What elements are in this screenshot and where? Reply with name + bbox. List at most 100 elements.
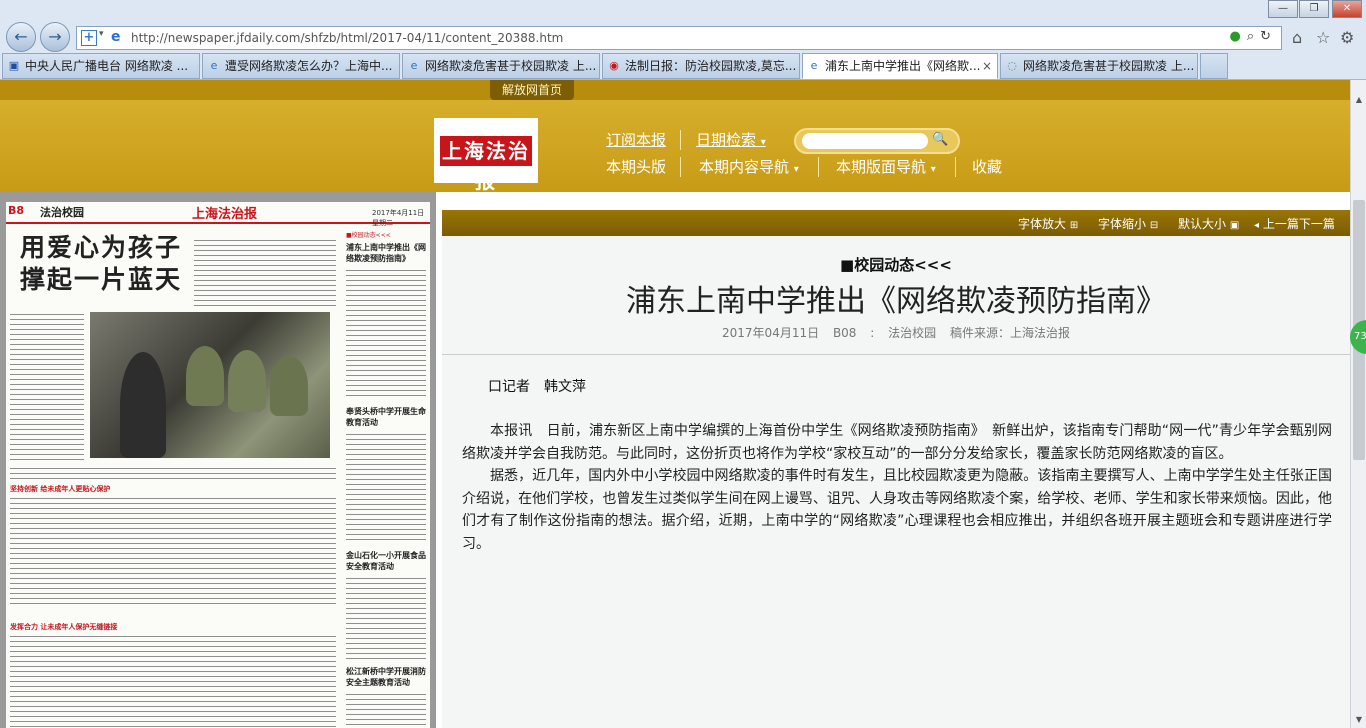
address-tools: ●⌕↻ bbox=[1229, 29, 1277, 44]
browser-chrome: — ❐ ✕ ← → + ▾ e http://newspaper.jfdaily… bbox=[0, 0, 1366, 80]
text-block bbox=[194, 238, 336, 308]
subhead-1: 坚持创新 给未成年人更贴心保护 bbox=[10, 485, 111, 493]
side-item-title[interactable]: 浦东上南中学推出《网络欺凌预防指南》 bbox=[346, 242, 428, 264]
masthead-logo: 上海法治报 bbox=[192, 207, 258, 222]
close-tab-icon[interactable]: × bbox=[982, 54, 992, 78]
square-icon: ▣ bbox=[1229, 220, 1240, 231]
tab-1[interactable]: e 遭受网络欺凌怎么办？上海中... bbox=[202, 53, 400, 79]
url-text[interactable]: http://newspaper.jfdaily.com/shfzb/html/… bbox=[131, 31, 563, 45]
header-top-strip bbox=[0, 80, 1350, 100]
article-kicker: ■校园动态<<< bbox=[840, 256, 952, 274]
chevron-down-icon: ▾ bbox=[930, 164, 936, 175]
jiefang-home-link[interactable]: 解放网首页 bbox=[490, 80, 574, 100]
page-masthead: B8 法治校园 上海法治报 2017年4月11日 星期二 bbox=[6, 202, 430, 227]
article-meta: 2017年04月11日 B08 : 法治校园 稿件来源：上海法治报 bbox=[442, 324, 1350, 341]
gear-icon[interactable]: ⚙ bbox=[1340, 28, 1354, 47]
layout-nav-link[interactable]: 本期版面导航 ▾ bbox=[836, 156, 936, 177]
font-bigger-label: 字体放大 bbox=[1018, 217, 1067, 231]
nav-divider bbox=[955, 157, 956, 177]
radio-favicon-icon: ▣ bbox=[8, 59, 20, 72]
tab-3[interactable]: ◉ 法制日报：防治校园欺凌,莫忘... bbox=[602, 53, 800, 79]
photo-figure bbox=[186, 346, 224, 406]
forward-icon[interactable]: → bbox=[40, 22, 70, 52]
ie-favicon-icon: e bbox=[410, 59, 418, 72]
back-icon[interactable]: ← bbox=[6, 22, 36, 52]
tab-4[interactable]: e 浦东上南中学推出《网络欺... × bbox=[802, 53, 998, 79]
home-icon[interactable]: ⌂ bbox=[1292, 28, 1302, 47]
tab-label: 法制日报：防治校园欺凌,莫忘... bbox=[625, 59, 797, 73]
nav-divider bbox=[680, 157, 681, 177]
arrow-left-icon: ◂ bbox=[1254, 220, 1260, 231]
page-headline[interactable]: 用爱心为孩子 撑起一片蓝天 bbox=[20, 232, 182, 296]
article-reporter: 口记者 韩文萍 bbox=[488, 379, 586, 395]
tab-label: 浦东上南中学推出《网络欺... bbox=[825, 59, 981, 73]
favorite-link[interactable]: 收藏 bbox=[972, 156, 1002, 177]
headline-line: 撑起一片蓝天 bbox=[20, 265, 183, 294]
tab-2[interactable]: e 网络欺凌危害甚于校园欺凌 上... bbox=[402, 53, 600, 79]
search-icon[interactable]: 🔍 bbox=[932, 132, 948, 147]
newspaper-logo[interactable]: 上海法治报 bbox=[434, 118, 538, 193]
chevron-down-icon: ▾ bbox=[760, 137, 766, 148]
photo-figure bbox=[228, 350, 266, 412]
text-block bbox=[10, 634, 336, 728]
date-search-label: 日期检索 bbox=[696, 131, 757, 149]
nav-divider bbox=[680, 130, 681, 150]
font-smaller-label: 字体缩小 bbox=[1098, 217, 1147, 231]
add-icon[interactable]: + bbox=[81, 30, 97, 46]
search-box[interactable]: 🔍 bbox=[794, 128, 960, 154]
search-icon[interactable]: ⌕ bbox=[1247, 29, 1260, 44]
newspaper-page-panel: B8 法治校园 上海法治报 2017年4月11日 星期二 用爱心为孩子 撑起一片… bbox=[0, 192, 436, 728]
tab-0[interactable]: ▣ 中央人民广播电台 网络欺凌 ... bbox=[2, 53, 200, 79]
maximize-icon[interactable]: ❐ bbox=[1299, 0, 1329, 18]
minimize-icon[interactable]: — bbox=[1268, 0, 1298, 18]
side-item-title[interactable]: 金山石化一小开展食品安全教育活动 bbox=[346, 550, 428, 572]
content-nav-link[interactable]: 本期内容导航 ▾ bbox=[699, 156, 799, 177]
address-bar[interactable]: + ▾ e http://newspaper.jfdaily.com/shfzb… bbox=[76, 26, 1282, 50]
star-icon[interactable]: ☆ bbox=[1316, 28, 1330, 47]
subhead-2: 发挥合力 让未成年人保护无缝链接 bbox=[10, 623, 118, 631]
headline-line: 用爱心为孩子 bbox=[20, 233, 183, 262]
scroll-up-icon[interactable]: ▲ bbox=[1351, 92, 1366, 108]
font-bigger-button[interactable]: 字体放大 ⊞ bbox=[1018, 215, 1078, 232]
article-panel: 字体放大 ⊞ 字体缩小 ⊟ 默认大小 ▣ ◂ 上一篇下一篇 ■校园动态<<< 浦… bbox=[442, 210, 1350, 728]
article-body: 本报讯 日前，浦东新区上南中学编撰的上海首份中学生《网络欺凌预防指南》 新鲜出炉… bbox=[462, 420, 1332, 555]
date-search-link[interactable]: 日期检索 ▾ bbox=[696, 129, 766, 150]
tab-5[interactable]: ◌ 网络欺凌危害甚于校园欺凌 上... bbox=[1000, 53, 1198, 79]
compat-icon[interactable]: ● bbox=[1229, 29, 1246, 44]
article-source: 稿件来源：上海法治报 bbox=[949, 326, 1070, 340]
article-photo[interactable] bbox=[90, 312, 330, 458]
layout-nav-label: 本期版面导航 bbox=[836, 158, 927, 176]
vertical-scrollbar[interactable]: ▲ ▼ bbox=[1350, 80, 1366, 728]
content-nav-label: 本期内容导航 bbox=[699, 158, 790, 176]
chevron-down-icon: ▾ bbox=[793, 164, 799, 175]
side-item-title[interactable]: 松江新桥中学开展消防安全主题教育活动 bbox=[346, 666, 428, 688]
prev-next-links[interactable]: ◂ 上一篇下一篇 bbox=[1254, 215, 1335, 232]
site-header: 解放网首页 上海法治报 订阅本报 日期检索 ▾ 🔍 本期头版 本期内容导航 ▾ … bbox=[0, 80, 1350, 193]
section-code: B8 bbox=[8, 204, 25, 217]
font-smaller-button[interactable]: 字体缩小 ⊟ bbox=[1098, 215, 1158, 232]
navigation-bar: ← → + ▾ e http://newspaper.jfdaily.com/s… bbox=[0, 20, 1366, 52]
refresh-icon[interactable]: ↻ bbox=[1260, 29, 1277, 44]
font-default-button[interactable]: 默认大小 ▣ bbox=[1178, 215, 1239, 232]
chevron-down-icon[interactable]: ▾ bbox=[99, 29, 104, 39]
text-block bbox=[10, 312, 84, 462]
text-block bbox=[346, 692, 426, 728]
side-column: ■校园动态<<< 浦东上南中学推出《网络欺凌预防指南》 奉贤头桥中学开展生命教育… bbox=[344, 226, 428, 728]
search-input[interactable] bbox=[802, 133, 928, 149]
tab-label: 中央人民广播电台 网络欺凌 ... bbox=[25, 59, 189, 73]
newspaper-page-image[interactable]: B8 法治校园 上海法治报 2017年4月11日 星期二 用爱心为孩子 撑起一片… bbox=[6, 202, 430, 728]
article-page: B08 : 法治校园 bbox=[832, 326, 937, 340]
scroll-down-icon[interactable]: ▼ bbox=[1351, 712, 1366, 728]
side-item-title[interactable]: 奉贤头桥中学开展生命教育活动 bbox=[346, 406, 428, 428]
new-tab-button[interactable] bbox=[1200, 53, 1228, 79]
loading-favicon-icon: ◌ bbox=[1007, 59, 1017, 72]
side-label: ■校园动态<<< bbox=[346, 232, 391, 239]
front-page-link[interactable]: 本期头版 bbox=[606, 156, 666, 177]
plus-box-icon: ⊞ bbox=[1069, 220, 1079, 231]
close-window-icon[interactable]: ✕ bbox=[1332, 0, 1362, 18]
nav-divider bbox=[818, 157, 819, 177]
article-paragraph: 据悉，近几年，国内外中小学校园中网络欺凌的事件时有发生，且比校园欺凌更为隐蔽。该… bbox=[462, 468, 1332, 552]
subscribe-link[interactable]: 订阅本报 bbox=[606, 129, 666, 150]
article-divider bbox=[442, 354, 1350, 355]
tab-label: 遭受网络欺凌怎么办？上海中... bbox=[225, 59, 393, 73]
